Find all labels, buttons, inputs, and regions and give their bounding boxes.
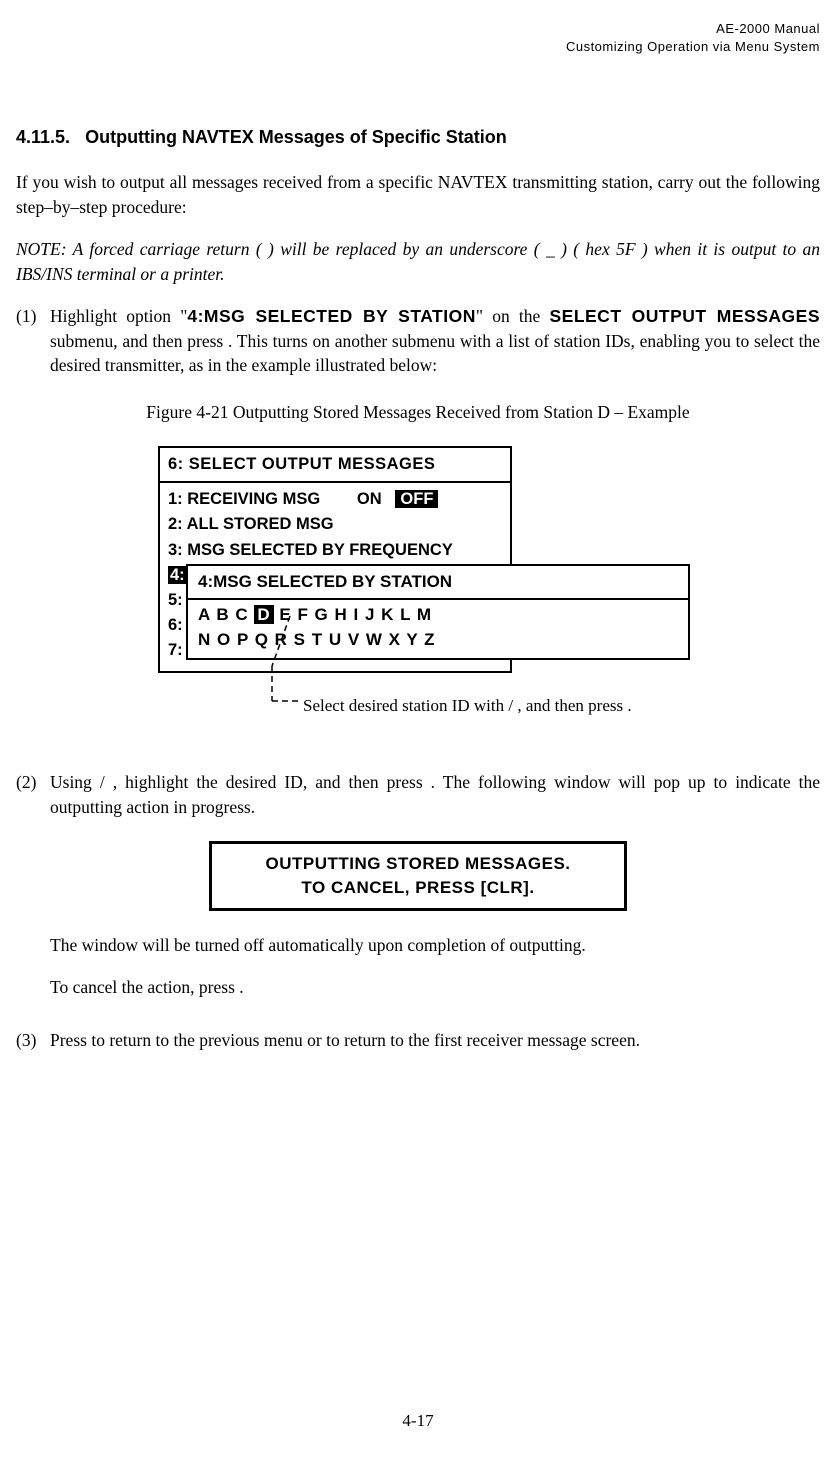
dialog-line-2: TO CANCEL, PRESS [CLR]. (218, 876, 618, 900)
off-badge: OFF (395, 490, 438, 508)
section-title: Outputting NAVTEX Messages of Specific S… (85, 127, 507, 147)
menu-item-1: 1: RECEIVING MSG ON OFF (168, 487, 504, 512)
section-number: 4.11.5. (16, 127, 70, 147)
note-paragraph: NOTE: A forced carriage return ( ) will … (16, 237, 820, 286)
step-2-number: (2) (16, 770, 50, 819)
intro-paragraph: If you wish to output all messages recei… (16, 170, 820, 219)
menu-item-2: 2: ALL STORED MSG (168, 512, 504, 537)
step-2-post-b: To cancel the action, press . (50, 975, 820, 1000)
step-2: (2) Using / , highlight the desired ID, … (16, 770, 820, 819)
step-3: (3) Press to return to the previous menu… (16, 1028, 820, 1053)
menu-option-label: 4:MSG SELECTED BY STATION (187, 306, 476, 326)
step-2-text: Using / , highlight the desired ID, and … (50, 770, 820, 819)
dialog-line-1: OUTPUTTING STORED MESSAGES. (218, 852, 618, 876)
step-3-number: (3) (16, 1028, 50, 1053)
station-id-popup: 4:MSG SELECTED BY STATION A B C D E F G … (186, 564, 690, 660)
step-1-text: Highlight option "4:MSG SELECTED BY STAT… (50, 304, 820, 378)
step-2-post-a: The window will be turned off automatica… (50, 933, 820, 958)
page-header: AE-2000 Manual Customizing Operation via… (16, 20, 820, 55)
menu-title: 6: SELECT OUTPUT MESSAGES (160, 448, 510, 483)
menu-item-3: 3: MSG SELECTED BY FREQUENCY (168, 538, 504, 563)
page-number: 4-17 (0, 1409, 836, 1433)
step-1: (1) Highlight option "4:MSG SELECTED BY … (16, 304, 820, 378)
figure-caption: Figure 4-21 Outputting Stored Messages R… (16, 400, 820, 425)
step-3-text: Press to return to the previous menu or … (50, 1028, 820, 1053)
submenu-name: SELECT OUTPUT MESSAGES (549, 306, 820, 326)
step-1-number: (1) (16, 304, 50, 378)
popup-title: 4:MSG SELECTED BY STATION (188, 566, 688, 600)
header-manual: AE-2000 Manual (716, 21, 820, 36)
section-heading: 4.11.5. Outputting NAVTEX Messages of Sp… (16, 125, 820, 150)
callout-text: Select desired station ID with / , and t… (303, 694, 673, 718)
header-section: Customizing Operation via Menu System (566, 39, 820, 54)
outputting-dialog: OUTPUTTING STORED MESSAGES. TO CANCEL, P… (209, 841, 627, 911)
figure-4-21: 6: SELECT OUTPUT MESSAGES 1: RECEIVING M… (158, 446, 678, 726)
popup-body: A B C D E F G H I J K L M N O P Q R S T … (188, 600, 688, 658)
